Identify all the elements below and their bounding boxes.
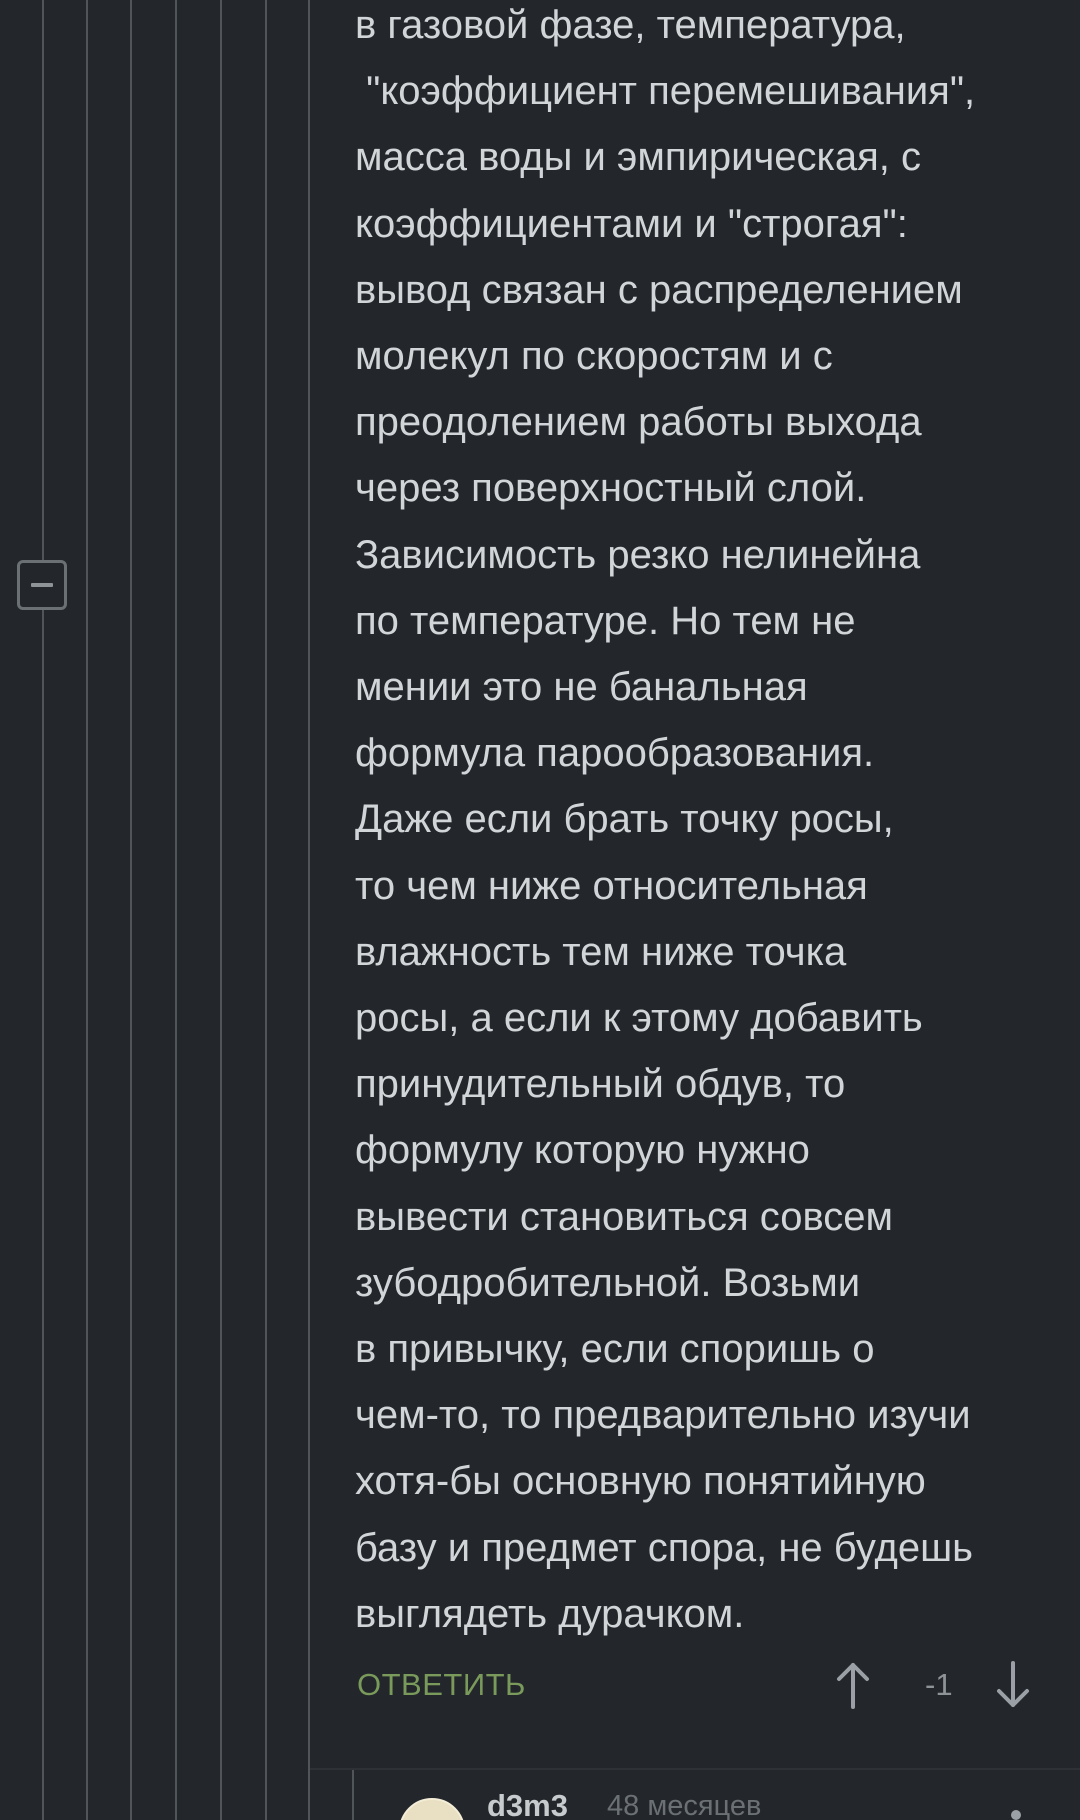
thread-line-3[interactable]	[130, 0, 132, 1820]
comment-text-line: то чем ниже относительная	[355, 863, 868, 908]
child-thread-line[interactable]	[352, 1770, 354, 1820]
minus-square-icon	[31, 583, 53, 587]
thread-line-2[interactable]	[86, 0, 88, 1820]
arrow-up-icon[interactable]	[833, 1659, 873, 1711]
collapse-thread-button[interactable]	[17, 560, 67, 610]
thread-line-1[interactable]	[42, 0, 44, 1820]
comment-text-line: Даже если брать точку росы,	[355, 797, 894, 842]
comment-text-line: "коэффициент перемешивания",	[355, 69, 976, 114]
arrow-down-icon[interactable]	[993, 1659, 1033, 1711]
comment-timestamp: 48 месяцев	[607, 1790, 762, 1820]
comment-text-line: хотя-бы основную понятийную	[355, 1459, 926, 1504]
comment-text-line: базу и предмет спора, не будешь	[355, 1525, 974, 1570]
comment-text-line: принудительный обдув, то	[355, 1062, 846, 1107]
thread-line-6[interactable]	[265, 0, 267, 1820]
comment-text-line: через поверхностный слой.	[355, 466, 867, 511]
comment-text-line: росы, а если к этому добавить	[355, 996, 923, 1041]
comment-divider	[310, 1768, 1080, 1770]
comment-text-line: выглядеть дурачком.	[355, 1591, 745, 1636]
comment-actions: ОТВЕТИТЬ -1	[355, 1655, 1055, 1715]
comment-text-line: формула парообразования.	[355, 731, 875, 776]
comment-text-line: мении это не банальная	[355, 665, 808, 710]
comment-text-line: в привычку, если споришь о	[355, 1327, 875, 1372]
comment-text-line: вывести становиться совсем	[355, 1194, 894, 1239]
comment-text-line: влажность тем ниже точка	[355, 929, 847, 974]
comment-text-line: коэффициентами и "строгая":	[355, 201, 908, 246]
comment-text-line: вывод связан с распределением	[355, 267, 963, 312]
comment-thread-page: в газовой фазе, температура, "коэффициен…	[0, 0, 1080, 1820]
next-comment-header: d3m3 48 месяцев	[395, 1788, 1080, 1820]
comment-body: в газовой фазе, температура, "коэффициен…	[355, 0, 1055, 1647]
comment-text-line: формулу которую нужно	[355, 1128, 810, 1173]
comment-text-line: чем-то, то предварительно изучи	[355, 1393, 971, 1438]
thread-line-7[interactable]	[308, 0, 310, 1820]
comment-text-line: зубодробительной. Возьми	[355, 1260, 861, 1305]
thread-line-5[interactable]	[220, 0, 222, 1820]
comment-text-line: по температуре. Но тем не	[355, 598, 856, 643]
avatar[interactable]	[399, 1798, 465, 1820]
comment-text-line: в газовой фазе, температура,	[355, 3, 906, 47]
reply-button[interactable]: ОТВЕТИТЬ	[357, 1667, 526, 1703]
comment-rating: -1	[925, 1667, 953, 1702]
comment-text-line: молекул по скоростям и с	[355, 334, 833, 379]
comment-text-line: масса воды и эмпирическая, с	[355, 135, 922, 180]
comment-text-line: Зависимость резко нелинейна	[355, 532, 921, 577]
comment-text-line: преодолением работы выхода	[355, 400, 922, 445]
thread-line-4[interactable]	[175, 0, 177, 1820]
more-dots-icon[interactable]	[1011, 1810, 1021, 1820]
comment-username[interactable]: d3m3	[487, 1788, 568, 1820]
